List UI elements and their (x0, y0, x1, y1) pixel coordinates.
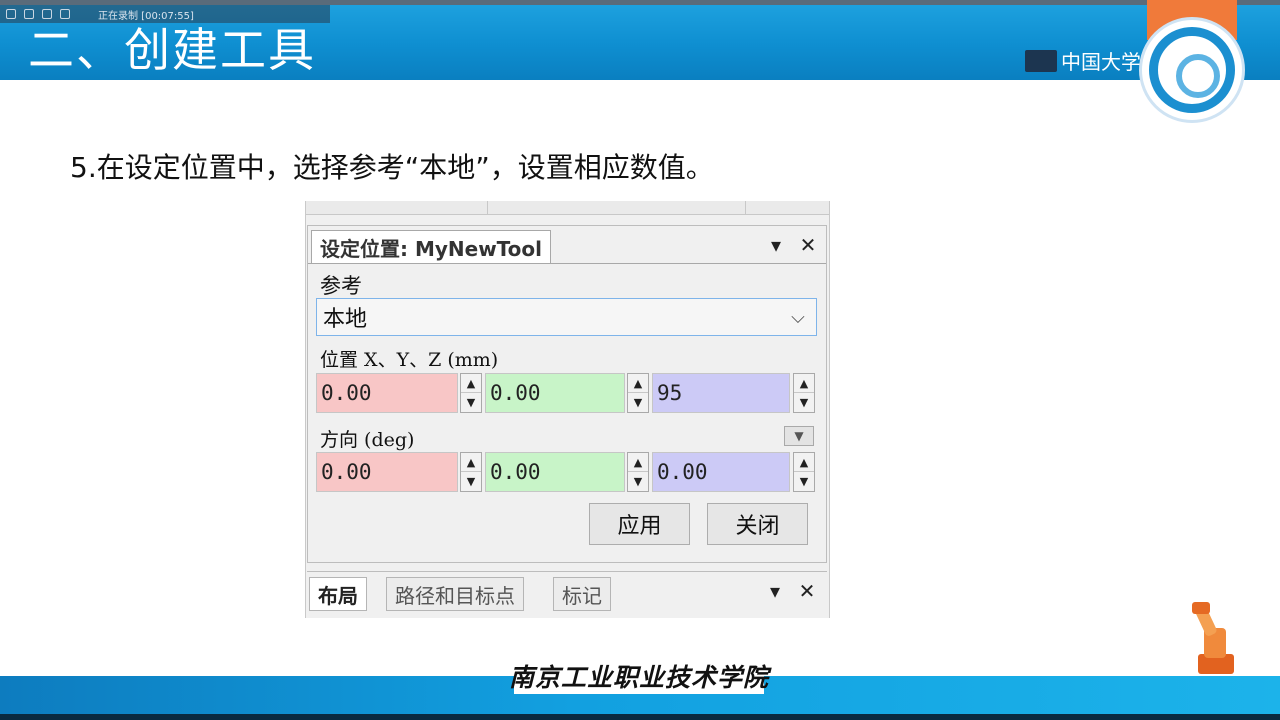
mooc-emblem-icon (1139, 17, 1245, 123)
position-z-input[interactable]: 95 (652, 373, 790, 413)
settings-icon[interactable] (24, 9, 34, 19)
close-icon[interactable]: ✕ (797, 233, 819, 257)
emblem-ring (1149, 27, 1235, 113)
tab-set-position[interactable]: 设定位置: MyNewTool (311, 230, 552, 264)
tab-layout[interactable]: 布局 (309, 577, 367, 611)
robotstudio-panel: 设定位置: MyNewTool ▾ ✕ 参考 本地 ⌵ 位置 X、Y、Z (mm… (305, 201, 830, 618)
menu-icon[interactable] (6, 9, 16, 19)
arrow-down-icon[interactable]: ▼ (794, 472, 814, 491)
arrow-down-icon[interactable]: ▼ (461, 472, 481, 491)
reference-select[interactable]: 本地 ⌵ (316, 298, 817, 336)
school-name: 南京工业职业技术学院 (509, 658, 768, 694)
arrow-down-icon[interactable]: ▼ (628, 393, 648, 412)
instruction-text: 5.在设定位置中，选择参考“本地”，设置相应数值。 (70, 151, 714, 184)
apply-button[interactable]: 应用 (589, 503, 690, 545)
position-x-input[interactable]: 0.00 (316, 373, 458, 413)
arrow-down-icon[interactable]: ▼ (461, 393, 481, 412)
arrow-down-icon[interactable]: ▼ (794, 393, 814, 412)
orientation-label: 方向 (deg) (320, 429, 415, 451)
pin-icon[interactable]: ▾ (765, 233, 787, 257)
recorder-toolbar[interactable]: 正在录制 [00:07:55] (0, 5, 330, 23)
orientation-x-input[interactable]: 0.00 (316, 452, 458, 492)
chevron-down-icon[interactable]: ⌵ (788, 307, 808, 328)
arrow-up-icon[interactable]: ▲ (461, 374, 481, 393)
triangle-down-icon[interactable]: ▼ (784, 426, 814, 446)
bottom-tab-strip: 布局 路径和目标点 标记 ▾ ✕ (307, 571, 827, 618)
position-y-stepper[interactable]: ▲ ▼ (627, 373, 649, 413)
close-button[interactable]: 关闭 (707, 503, 808, 545)
orientation-y-stepper[interactable]: ▲ ▼ (627, 452, 649, 492)
tab-divider (308, 263, 826, 264)
footer-dark-strip (0, 714, 1280, 720)
arrow-up-icon[interactable]: ▲ (794, 453, 814, 472)
window-icon[interactable] (60, 9, 70, 19)
orientation-z-input[interactable]: 0.00 (652, 452, 790, 492)
tab-tags[interactable]: 标记 (553, 577, 611, 611)
mooc-book-icon (1025, 49, 1057, 72)
prev-tab-2 (488, 201, 746, 215)
arrow-up-icon[interactable]: ▲ (794, 374, 814, 393)
arrow-up-icon[interactable]: ▲ (628, 453, 648, 472)
tab-paths-targets[interactable]: 路径和目标点 (386, 577, 524, 611)
arrow-down-icon[interactable]: ▼ (628, 472, 648, 491)
position-label: 位置 X、Y、Z (mm) (320, 349, 499, 371)
arrow-up-icon[interactable]: ▲ (628, 374, 648, 393)
slide-title: 二、创建工具 (28, 23, 316, 77)
orientation-x-stepper[interactable]: ▲ ▼ (460, 452, 482, 492)
pin-icon[interactable]: ▾ (764, 579, 786, 603)
position-y-input[interactable]: 0.00 (485, 373, 625, 413)
prev-tab-1 (306, 201, 488, 215)
close-icon[interactable]: ✕ (796, 579, 818, 603)
reference-label: 参考 (320, 274, 362, 298)
recorder-status: 正在录制 [00:07:55] (98, 10, 194, 22)
slide: 二、创建工具 正在录制 [00:07:55] 中国大学MOOC 5.在设定位置中… (0, 0, 1280, 720)
set-position-panel: 设定位置: MyNewTool ▾ ✕ 参考 本地 ⌵ 位置 X、Y、Z (mm… (307, 225, 827, 563)
position-x-stepper[interactable]: ▲ ▼ (460, 373, 482, 413)
reference-value: 本地 (323, 307, 368, 332)
previous-tab-strip (306, 201, 829, 215)
zoom-icon[interactable] (42, 9, 52, 19)
robot-arm-icon (1190, 600, 1240, 676)
orientation-y-input[interactable]: 0.00 (485, 452, 625, 492)
arrow-up-icon[interactable]: ▲ (461, 453, 481, 472)
position-z-stepper[interactable]: ▲ ▼ (793, 373, 815, 413)
robot-head (1192, 602, 1210, 614)
orientation-z-stepper[interactable]: ▲ ▼ (793, 452, 815, 492)
